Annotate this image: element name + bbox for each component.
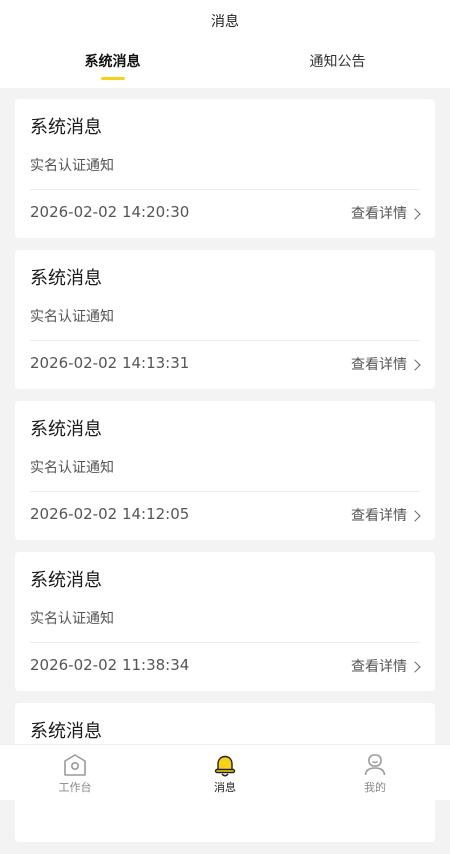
divider <box>30 491 420 492</box>
message-title: 系统消息 <box>30 419 102 440</box>
message-tabs: 系统消息 通知公告 <box>0 50 450 84</box>
view-details-label: 查看详情 <box>351 659 407 675</box>
divider <box>30 340 420 341</box>
tab-label: 系统消息 <box>84 54 141 70</box>
profile-icon <box>364 754 386 776</box>
view-details-link[interactable]: 查看详情 <box>351 354 421 374</box>
divider <box>30 189 420 190</box>
active-tab-indicator <box>100 77 125 80</box>
view-details-label: 查看详情 <box>351 357 407 373</box>
message-title: 系统消息 <box>30 570 102 591</box>
bottom-tab-bar: 工作台 消息 我的 <box>0 744 450 800</box>
tabbar-label: 工作台 <box>58 781 92 794</box>
page-title: 消息 <box>211 14 239 30</box>
view-details-link[interactable]: 查看详情 <box>351 505 421 525</box>
message-subtitle: 实名认证通知 <box>30 158 114 174</box>
view-details-label: 查看详情 <box>351 508 407 524</box>
view-details-label: 查看详情 <box>351 206 407 222</box>
tab-system-messages[interactable]: 系统消息 <box>0 50 225 84</box>
tabbar-item-mine[interactable]: 我的 <box>300 745 450 800</box>
message-card[interactable]: 系统消息 实名认证通知 2026-02-02 14:13:31 查看详情 <box>15 250 435 389</box>
tabbar-item-messages[interactable]: 消息 <box>150 745 300 800</box>
tab-label: 通知公告 <box>309 54 366 70</box>
message-card[interactable]: 系统消息 实名认证通知 2026-02-02 14:20:30 查看详情 <box>15 99 435 238</box>
message-subtitle: 实名认证通知 <box>30 611 114 627</box>
view-details-link[interactable]: 查看详情 <box>351 656 421 676</box>
tabbar-item-workbench[interactable]: 工作台 <box>0 745 150 800</box>
workbench-icon <box>64 754 86 776</box>
message-time: 2026-02-02 14:20:30 <box>30 203 190 221</box>
message-title: 系统消息 <box>30 721 102 742</box>
divider <box>30 642 420 643</box>
chevron-right-icon <box>409 207 421 220</box>
chevron-right-icon <box>409 358 421 371</box>
message-subtitle: 实名认证通知 <box>30 460 114 476</box>
chevron-right-icon <box>409 509 421 522</box>
bell-icon <box>214 755 236 777</box>
message-title: 系统消息 <box>30 268 102 289</box>
message-card[interactable]: 系统消息 实名认证通知 2026-02-02 14:12:05 查看详情 <box>15 401 435 540</box>
tabbar-label: 我的 <box>364 781 386 794</box>
top-bar: 消息 系统消息 通知公告 <box>0 0 450 88</box>
message-card[interactable]: 系统消息 实名认证通知 2026-02-02 11:38:34 查看详情 <box>15 552 435 691</box>
message-time: 2026-02-02 14:12:05 <box>30 505 190 523</box>
message-subtitle: 实名认证通知 <box>30 309 114 325</box>
message-time: 2026-02-02 14:13:31 <box>30 354 190 372</box>
tabbar-label: 消息 <box>214 781 236 794</box>
view-details-link[interactable]: 查看详情 <box>351 203 421 223</box>
message-time: 2026-02-02 11:38:34 <box>30 656 190 674</box>
message-list: 系统消息 实名认证通知 2026-02-02 14:20:30 查看详情 系统消… <box>15 99 435 854</box>
tab-announcements[interactable]: 通知公告 <box>225 50 450 84</box>
chevron-right-icon <box>409 660 421 673</box>
message-title: 系统消息 <box>30 117 102 138</box>
